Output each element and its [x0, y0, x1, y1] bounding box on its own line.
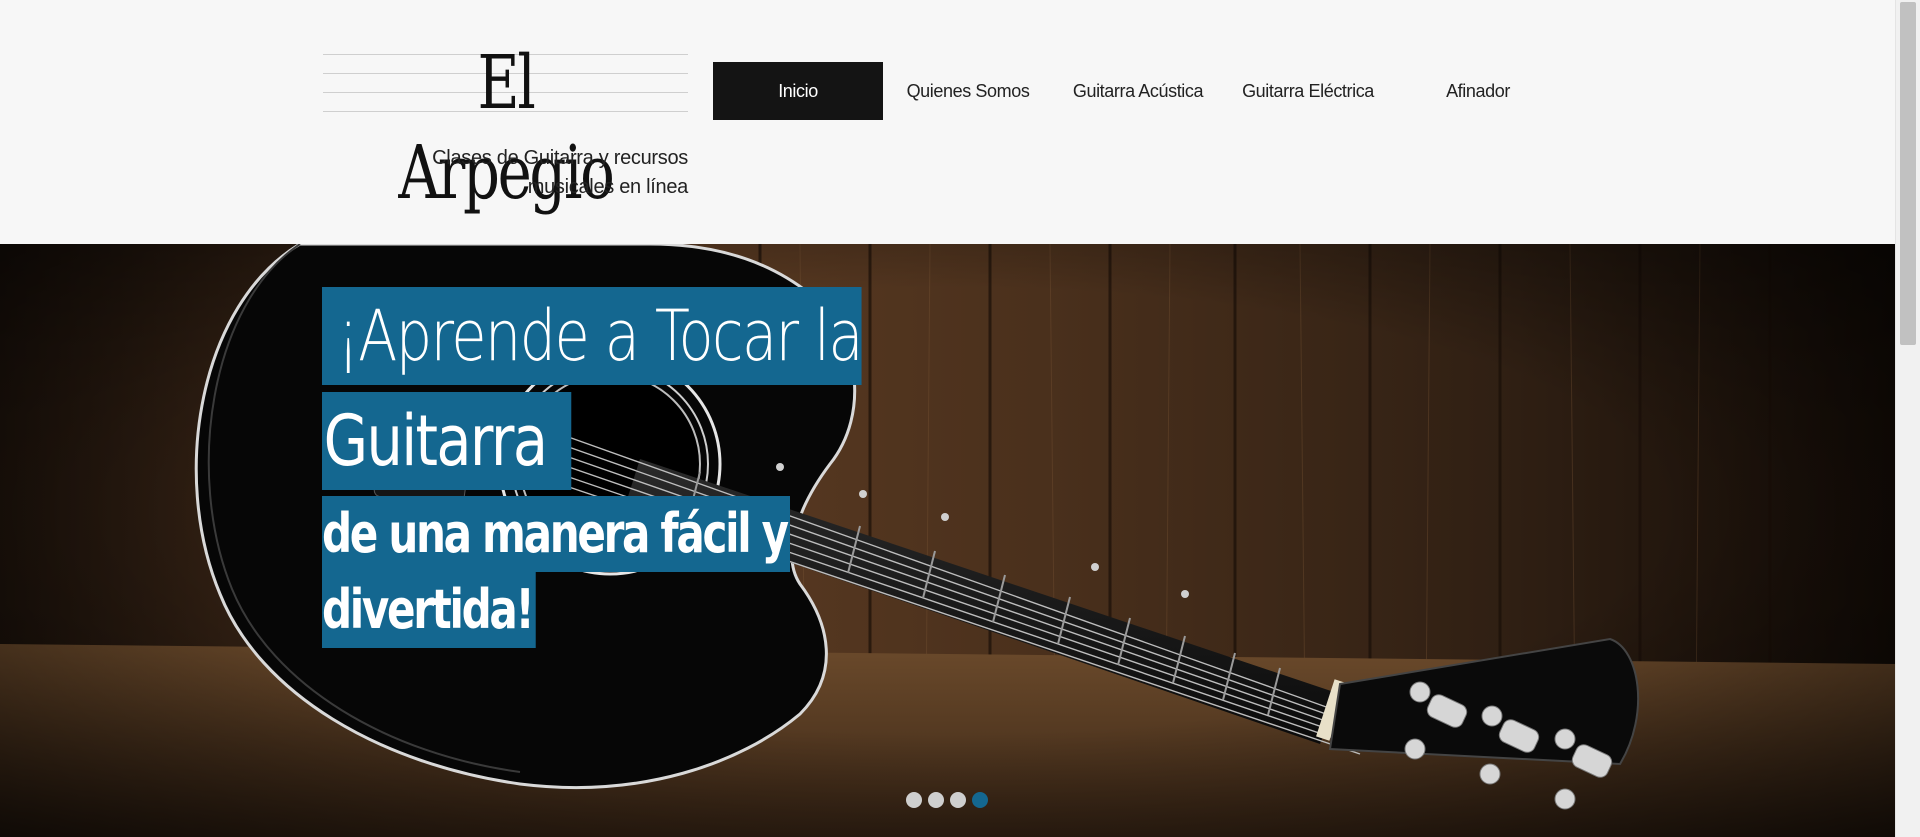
site-header: El Arpegio Clases de Guitarra y recursos…: [0, 0, 1895, 244]
nav-item-guitarra-electrica[interactable]: Guitarra Eléctrica: [1223, 62, 1393, 120]
slider-dot-2[interactable]: [928, 792, 944, 808]
nav-item-guitarra-acustica[interactable]: Guitarra Acústica: [1053, 62, 1223, 120]
tagline-line-2: musicales en línea: [527, 176, 689, 198]
site-tagline: Clases de Guitarra y recursos musicales …: [428, 144, 688, 202]
hero-slider: ¡Aprende a Tocar la Guitarra de una mane…: [0, 244, 1895, 837]
nav-item-quienes-somos[interactable]: Quienes Somos: [883, 62, 1053, 120]
hero-line-2: Guitarra: [322, 392, 571, 490]
vertical-scrollbar[interactable]: [1895, 0, 1920, 837]
page: El Arpegio Clases de Guitarra y recursos…: [0, 0, 1895, 837]
scrollbar-thumb[interactable]: [1900, 2, 1916, 345]
slider-dot-3[interactable]: [950, 792, 966, 808]
slider-dot-4[interactable]: [972, 792, 988, 808]
hero-line-3: de una manera fácil y: [322, 496, 790, 572]
nav-item-afinador[interactable]: Afinador: [1393, 62, 1563, 120]
main-nav: Inicio Quienes Somos Guitarra Acústica G…: [713, 62, 1563, 120]
hero-headline: ¡Aprende a Tocar la Guitarra de una mane…: [322, 287, 882, 648]
slider-pagination: [906, 792, 988, 808]
hero-line-1: ¡Aprende a Tocar la: [322, 287, 864, 385]
hero-line-4: divertida!: [322, 572, 536, 648]
nav-item-inicio[interactable]: Inicio: [713, 62, 883, 120]
hero-guitar-image: [0, 244, 1895, 837]
logo[interactable]: El Arpegio Clases de Guitarra y recursos…: [323, 40, 688, 216]
tagline-line-1: Clases de Guitarra y recursos: [432, 147, 688, 169]
slider-dot-1[interactable]: [906, 792, 922, 808]
